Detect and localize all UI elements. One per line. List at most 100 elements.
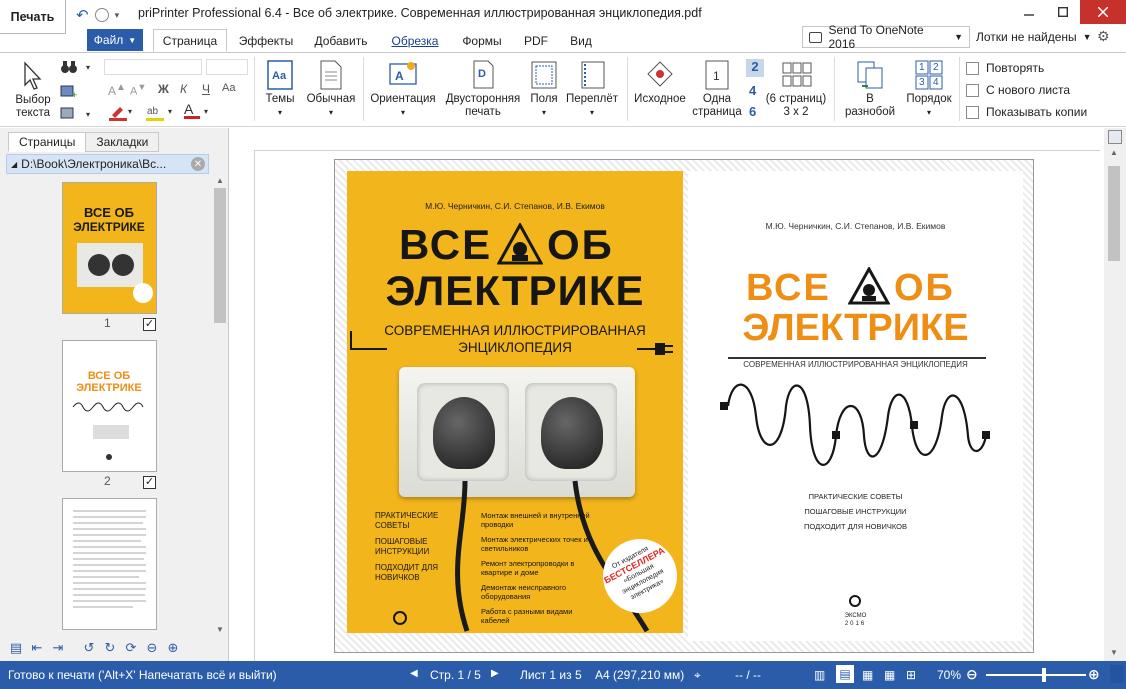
undo-icon[interactable]: ↶: [76, 6, 89, 24]
close-button[interactable]: [1080, 0, 1126, 24]
change-case-icon[interactable]: Aa: [222, 82, 235, 94]
rotate-all-icon[interactable]: ⟳: [123, 640, 139, 656]
themes-button[interactable]: Aa Темы ▾: [262, 60, 298, 119]
orientation-button[interactable]: A Ориентация ▾: [368, 60, 438, 119]
thumbnail-page-2[interactable]: ВСЕ ОБ ЭЛЕКТРИКЕ: [62, 340, 157, 472]
underline-icon[interactable]: Ч: [202, 82, 210, 96]
zoom-slider[interactable]: [986, 668, 1086, 682]
thumbnail-checkbox[interactable]: ✓: [143, 476, 156, 489]
print-preview[interactable]: М.Ю. Черничкин, С.И. Степанов, И.В. Еким…: [230, 128, 1104, 670]
tab-pdf[interactable]: PDF: [516, 29, 556, 52]
scroll-down-icon[interactable]: ▼: [216, 625, 224, 634]
prev-page-button[interactable]: ◀: [410, 668, 418, 679]
gear-icon[interactable]: ⚙: [1097, 28, 1113, 44]
nup-2-button[interactable]: 2: [746, 59, 764, 77]
nup-6-button[interactable]: 6: [749, 104, 756, 119]
binding-button[interactable]: Переплёт ▾: [564, 60, 620, 119]
thumbnail-page-3[interactable]: [62, 498, 157, 630]
to-variety-button[interactable]: В разнобой: [842, 60, 898, 119]
font-shrink-icon[interactable]: A▼: [130, 82, 146, 98]
duplex-button[interactable]: D Двусторонняя печать: [442, 60, 524, 119]
repeat-checkbox[interactable]: Повторять: [966, 61, 1044, 75]
chevron-down-icon[interactable]: ▾: [86, 63, 90, 72]
font-grow-icon[interactable]: A▲: [108, 82, 126, 98]
scrollbar-thumb[interactable]: [214, 188, 226, 323]
view-grid-icon[interactable]: ▦: [884, 668, 895, 682]
image-edit-icon[interactable]: [60, 105, 78, 124]
one-page-button[interactable]: 1 Одна страница: [692, 60, 742, 119]
thumbnail-scrollbar[interactable]: ▲ ▼: [212, 176, 228, 634]
insert-before-icon[interactable]: ⇤: [29, 640, 45, 656]
file-chip[interactable]: ◢ D:\Book\Электроника\Вс... ✕: [6, 154, 209, 174]
redo-icon[interactable]: [94, 8, 109, 22]
cursor-coords: -- / --: [735, 668, 761, 682]
minimize-button[interactable]: [1012, 0, 1046, 24]
file-menu-button[interactable]: Файл ▼: [87, 29, 143, 51]
show-copies-checkbox[interactable]: Показывать копии: [966, 105, 1087, 119]
tab-page[interactable]: Страница: [153, 29, 227, 52]
view-single-icon[interactable]: ▤: [836, 665, 854, 683]
next-page-button[interactable]: ▶: [491, 668, 499, 679]
zoom-out-icon[interactable]: ⊖: [144, 640, 160, 656]
maximize-button[interactable]: [1046, 0, 1080, 24]
preview-scrollbar[interactable]: ▲ ▼: [1104, 128, 1126, 661]
scrollbar-thumb[interactable]: [1108, 166, 1120, 261]
tab-view[interactable]: Вид: [562, 29, 600, 52]
view-book-icon[interactable]: ▥: [814, 668, 825, 682]
tab-bookmarks[interactable]: Закладки: [85, 132, 160, 152]
image-add-icon[interactable]: +: [60, 83, 78, 102]
tray-select[interactable]: Лотки не найдены ▼: [972, 26, 1092, 48]
zoom-in-icon[interactable]: ⊕: [165, 640, 181, 656]
marker-icon[interactable]: ab: [145, 103, 165, 124]
font-color-icon[interactable]: А: [184, 101, 200, 119]
tab-effects[interactable]: Эффекты: [234, 29, 298, 52]
margins-button[interactable]: Поля ▾: [526, 60, 562, 119]
view-fit-icon[interactable]: ⊞: [906, 668, 916, 682]
page-settings-icon[interactable]: ▤: [8, 640, 24, 656]
resize-grip-icon[interactable]: [1110, 665, 1124, 683]
close-icon[interactable]: ✕: [191, 157, 205, 171]
tab-pages[interactable]: Страницы: [8, 132, 87, 152]
printer-select[interactable]: Send To OneNote 2016 ▼: [802, 23, 970, 51]
tab-label: Формы: [462, 33, 502, 48]
insert-after-icon[interactable]: ⇥: [50, 640, 66, 656]
zoom-slider-thumb[interactable]: [1041, 668, 1046, 682]
chevron-down-icon[interactable]: ▾: [128, 107, 132, 116]
tab-shapes[interactable]: Формы: [454, 29, 510, 52]
binoculars-icon[interactable]: [60, 59, 78, 78]
thumbnail-checkbox[interactable]: ✓: [143, 318, 156, 331]
view-double-icon[interactable]: ▦: [862, 668, 873, 682]
tab-crop[interactable]: Обрезка: [384, 29, 446, 52]
print-button[interactable]: Печать: [0, 0, 66, 34]
nup-4-button[interactable]: 4: [749, 83, 756, 98]
font-name-select[interactable]: [104, 59, 202, 75]
zoom-out-button[interactable]: ⊖: [966, 666, 978, 683]
select-text-button[interactable]: Выбор текста: [10, 61, 56, 120]
font-size-select[interactable]: [206, 59, 248, 75]
scroll-up-icon[interactable]: ▲: [216, 176, 224, 185]
zoom-in-button[interactable]: ⊕: [1088, 666, 1100, 683]
toggle-panel-icon[interactable]: [1108, 130, 1122, 144]
scroll-down-icon[interactable]: ▼: [1110, 648, 1118, 657]
new-sheet-checkbox[interactable]: С нового листа: [966, 83, 1070, 97]
six-pages-button[interactable]: (6 страниц) 3 x 2: [764, 60, 828, 119]
bold-icon[interactable]: Ж: [158, 82, 169, 96]
collapse-icon[interactable]: ◢: [11, 160, 17, 169]
chevron-down-icon[interactable]: ▾: [86, 110, 90, 119]
svg-text:+: +: [72, 90, 77, 99]
order-button[interactable]: 1 2 3 4 Порядок ▾: [902, 60, 956, 119]
rotate-right-icon[interactable]: ↻: [102, 640, 118, 656]
rotate-left-icon[interactable]: ↺: [81, 640, 97, 656]
normal-button[interactable]: Обычная ▾: [302, 60, 360, 119]
thumbnail-page-1[interactable]: ВСЕ ОБ ЭЛЕКТРИКЕ: [62, 182, 157, 314]
italic-icon[interactable]: К: [180, 82, 187, 96]
highlight-color-icon[interactable]: [108, 103, 128, 124]
original-button[interactable]: Исходное: [632, 60, 688, 106]
chevron-down-icon[interactable]: ▾: [168, 107, 172, 116]
tab-add[interactable]: Добавить: [306, 29, 376, 52]
order-grid-icon: 1 2 3 4: [914, 60, 944, 90]
chevron-down-icon[interactable]: ▾: [204, 107, 208, 116]
qat-dropdown-icon[interactable]: ▾: [115, 10, 120, 21]
cover-title-1a: ВСЕ: [399, 221, 493, 268]
scroll-up-icon[interactable]: ▲: [1110, 148, 1118, 157]
